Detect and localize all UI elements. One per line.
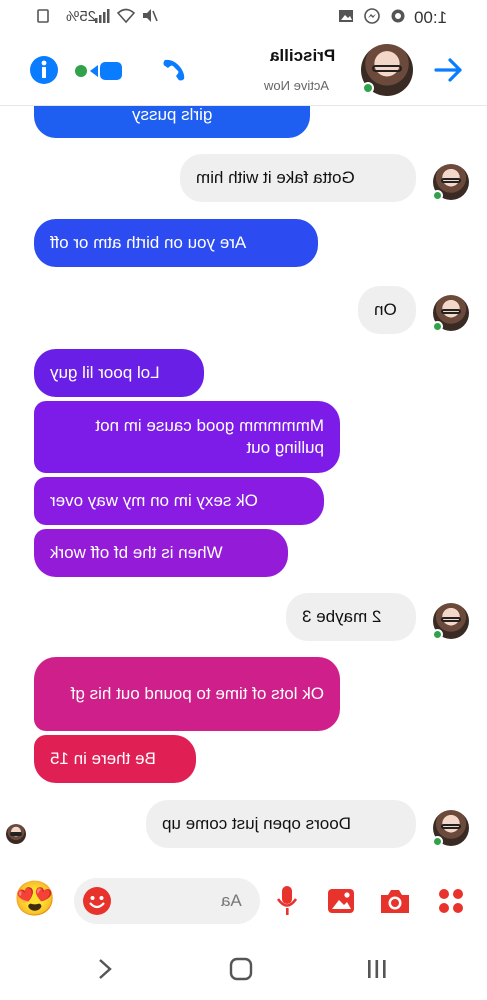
- message-thread[interactable]: girls pussy Gotta fake it with him Are y…: [0, 106, 487, 866]
- video-icon: [75, 62, 122, 80]
- nav-recents-button[interactable]: [360, 952, 394, 986]
- image-icon: [328, 889, 354, 913]
- message-text: When is the bf off work: [50, 543, 223, 562]
- message-bubble-received[interactable]: On: [358, 286, 416, 334]
- status-bar: 25% 1:00: [0, 0, 487, 34]
- online-indicator: [432, 836, 443, 847]
- message-text: Are you on birth atm or off: [50, 233, 247, 252]
- more-actions-button[interactable]: [432, 882, 470, 920]
- message-text: girls pussy: [131, 106, 213, 124]
- message-bubble-sent[interactable]: Ok sexy im on my way over: [34, 477, 324, 525]
- read-receipt-avatar: [6, 824, 26, 844]
- online-indicator: [362, 82, 374, 94]
- arrow-icon: [434, 58, 462, 82]
- microphone-icon: [276, 886, 298, 915]
- message-bubble-sent[interactable]: Ok lots of time to pound out his gf: [34, 657, 340, 731]
- back-button[interactable]: [430, 54, 468, 86]
- message-bubble-sent[interactable]: Be there in 15: [34, 735, 196, 783]
- gallery-status-icon: [338, 8, 354, 24]
- signal-icon: [94, 8, 112, 29]
- nav-home-button[interactable]: [224, 952, 258, 986]
- contact-status: Active Now: [264, 78, 330, 93]
- emoji-picker-icon[interactable]: [82, 886, 112, 921]
- messenger-status-icon: [364, 8, 380, 24]
- message-bubble-sent[interactable]: Are you on birth atm or off: [34, 219, 318, 267]
- phone-icon: [163, 59, 185, 81]
- info-button[interactable]: [28, 54, 60, 86]
- message-text: 2 maybe 3: [302, 607, 382, 626]
- chevron-right-icon: [99, 959, 112, 979]
- message-text: Ok lots of time to pound out his gf: [70, 684, 324, 703]
- message-text: On: [374, 300, 397, 319]
- system-navigation-bar: [0, 934, 487, 1000]
- message-text: Lol poor lil guy: [50, 363, 160, 382]
- message-text: Ok sexy im on my way over: [50, 491, 258, 510]
- home-icon: [229, 957, 253, 981]
- camera-button[interactable]: [377, 882, 413, 920]
- screenshot-icon: [36, 8, 50, 24]
- message-text: Doors open just come up: [162, 814, 351, 833]
- audio-call-button[interactable]: [158, 54, 190, 86]
- clock: 1:00: [414, 8, 448, 27]
- message-input[interactable]: Aa: [74, 878, 260, 924]
- info-icon: [30, 56, 58, 84]
- mute-icon: [140, 7, 158, 29]
- video-call-button[interactable]: [72, 56, 126, 86]
- recents-icon: [368, 960, 386, 978]
- online-indicator: [432, 321, 443, 332]
- nav-back-button[interactable]: [88, 952, 122, 986]
- message-bubble-sent[interactable]: girls pussy: [34, 106, 310, 138]
- heart-eyes-emoji-icon: 😍: [13, 880, 57, 918]
- contact-name[interactable]: Priscilla: [270, 46, 335, 66]
- camera-icon: [381, 890, 409, 913]
- voice-record-button[interactable]: [270, 882, 304, 920]
- message-bubble-sent[interactable]: Mmmmmm good cause im not pulling out: [34, 401, 340, 473]
- message-bubble-received[interactable]: Gotta fake it with him: [180, 154, 416, 202]
- emoji-quick-button[interactable]: 😍: [12, 876, 58, 922]
- settings-status-icon: [390, 8, 406, 24]
- message-input-placeholder: Aa: [221, 891, 242, 910]
- message-text: Be there in 15: [50, 749, 156, 768]
- message-text: Mmmmmm good cause im not pulling out: [95, 416, 324, 457]
- battery-text: 25%: [66, 8, 97, 25]
- online-indicator: [432, 190, 443, 201]
- message-bubble-received[interactable]: Doors open just come up: [146, 800, 416, 848]
- message-text: Gotta fake it with him: [196, 168, 355, 187]
- message-bubble-sent[interactable]: Lol poor lil guy: [34, 349, 204, 397]
- message-bubble-received[interactable]: 2 maybe 3: [286, 593, 416, 641]
- wifi-icon: [116, 7, 136, 29]
- message-bubble-sent[interactable]: When is the bf off work: [34, 529, 288, 577]
- four-dots-icon: [439, 889, 463, 913]
- conversation-header: Priscilla Active Now: [0, 34, 487, 106]
- gallery-button[interactable]: [324, 882, 358, 920]
- message-composer: 😍 Aa: [0, 868, 487, 934]
- online-indicator: [432, 629, 443, 640]
